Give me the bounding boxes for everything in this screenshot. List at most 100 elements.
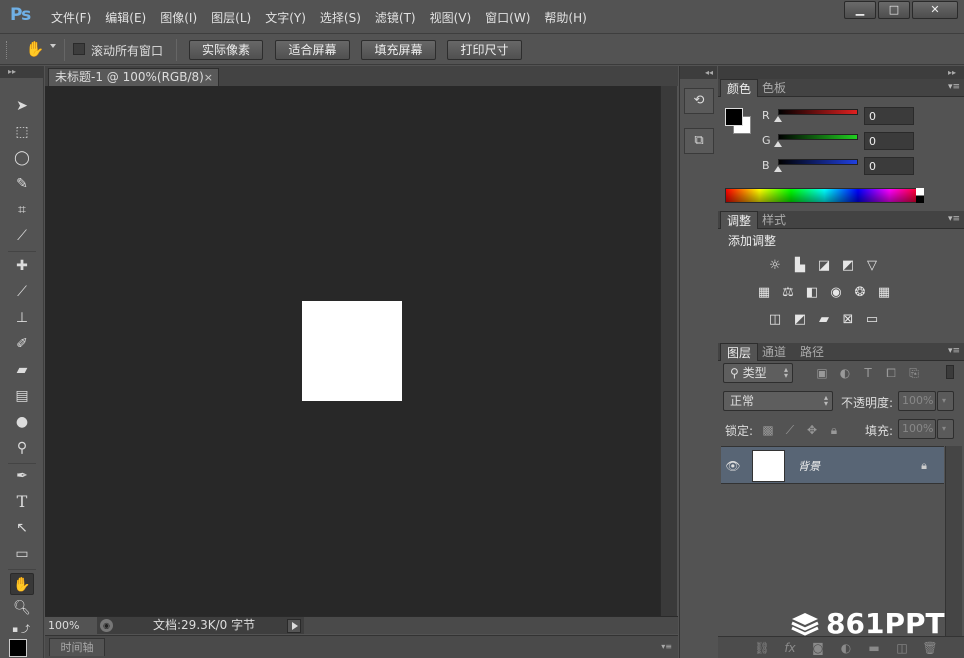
red-slider[interactable] <box>778 109 858 115</box>
new-layer-icon[interactable]: ◫ <box>894 640 910 656</box>
panels-collapse-icon[interactable]: ▸▸ <box>718 66 964 79</box>
filter-shape-icon[interactable]: ⧠ <box>884 366 898 380</box>
pen-tool-icon[interactable]: ✒ <box>10 465 34 487</box>
channel-mixer-icon[interactable]: ❂ <box>851 285 869 301</box>
tab-styles[interactable]: 样式 <box>756 211 792 229</box>
history-panel-icon[interactable]: ⟲ <box>684 88 714 114</box>
doc-info-icon[interactable]: ◉ <box>100 619 113 632</box>
options-grip[interactable] <box>6 41 9 59</box>
canvas-area[interactable] <box>45 86 660 616</box>
rectangle-tool-icon[interactable]: ▭ <box>10 543 34 565</box>
zoom-level-field[interactable]: 100% <box>45 617 97 634</box>
maximize-button[interactable]: □ <box>878 1 910 19</box>
history-brush-tool-icon[interactable]: ✐ <box>10 333 34 355</box>
move-tool-icon[interactable]: ➤ <box>10 95 34 117</box>
lock-transparent-icon[interactable]: ▩ <box>761 423 775 437</box>
filter-pixel-icon[interactable]: ▣ <box>815 366 829 380</box>
document-canvas[interactable] <box>302 301 402 401</box>
close-tab-icon[interactable]: × <box>204 69 213 86</box>
eraser-tool-icon[interactable]: ▰ <box>10 359 34 381</box>
fill-screen-button[interactable]: 填充屏幕 <box>361 40 436 60</box>
color-lookup-icon[interactable]: ▦ <box>875 285 893 301</box>
opacity-field[interactable]: 100% <box>898 391 936 411</box>
vertical-scrollbar[interactable] <box>660 86 677 616</box>
actual-pixels-button[interactable]: 实际像素 <box>189 40 263 60</box>
scroll-all-windows-checkbox[interactable] <box>73 43 85 55</box>
tab-timeline[interactable]: 时间轴 <box>49 638 105 656</box>
filter-smart-object-icon[interactable]: ⎘ <box>907 366 921 380</box>
print-size-button[interactable]: 打印尺寸 <box>447 40 522 60</box>
green-slider-thumb[interactable] <box>774 141 782 147</box>
tab-color[interactable]: 颜色 <box>720 79 759 97</box>
tab-swatches[interactable]: 色板 <box>756 79 792 97</box>
foreground-color-swatch[interactable] <box>9 639 27 657</box>
swap-colors-icon[interactable]: ▪ ⤴ <box>6 619 36 641</box>
brightness-contrast-icon[interactable]: ☼ <box>766 258 784 274</box>
lasso-tool-icon[interactable]: ◯ <box>10 147 34 169</box>
menu-view[interactable]: 视图(V) <box>423 9 479 26</box>
layers-scrollbar[interactable] <box>945 446 962 636</box>
blend-mode-select[interactable]: 正常 ▴ ▾ <box>723 391 833 411</box>
healing-brush-tool-icon[interactable]: ✚ <box>10 255 34 277</box>
dodge-tool-icon[interactable]: ⚲ <box>10 437 34 459</box>
marquee-tool-icon[interactable]: ⬚ <box>10 121 34 143</box>
tools-collapse-icon[interactable]: ▸▸ <box>0 66 43 78</box>
levels-icon[interactable]: ▙ <box>791 258 809 274</box>
selective-color-icon[interactable]: ⊠ <box>839 312 857 328</box>
layer-row[interactable]: 👁︎ 背景 🔒︎ <box>721 446 944 484</box>
new-adjustment-icon[interactable]: ◐ <box>838 640 854 656</box>
color-spectrum-ramp[interactable] <box>725 188 924 203</box>
curves-icon[interactable]: ◪ <box>815 258 833 274</box>
black-white-icon[interactable]: ◧ <box>803 285 821 301</box>
menu-file[interactable]: 文件(F) <box>44 9 98 26</box>
green-value-field[interactable]: 0 <box>864 132 914 150</box>
zoom-tool-icon[interactable]: 🔍︎ <box>10 597 34 619</box>
tab-paths[interactable]: 路径 <box>794 343 830 361</box>
fit-screen-button[interactable]: 适合屏幕 <box>275 40 350 60</box>
blue-value-field[interactable]: 0 <box>864 157 914 175</box>
blur-tool-icon[interactable]: ● <box>10 411 34 433</box>
opacity-dropdown-icon[interactable]: ▾ <box>937 391 954 411</box>
status-menu-arrow-icon[interactable] <box>287 619 301 633</box>
clone-stamp-tool-icon[interactable]: ⊥ <box>10 307 34 329</box>
red-slider-thumb[interactable] <box>774 116 782 122</box>
crop-tool-icon[interactable]: ⌗ <box>10 199 34 221</box>
filter-adjustment-icon[interactable]: ◐ <box>838 366 852 380</box>
panel-menu-icon[interactable]: ▾≡ <box>948 82 960 92</box>
threshold-icon[interactable]: ▰ <box>815 312 833 328</box>
panel-menu-icon[interactable]: ▾≡ <box>661 642 672 651</box>
layer-name[interactable]: 背景 <box>798 458 820 474</box>
fill-dropdown-icon[interactable]: ▾ <box>937 419 954 439</box>
blue-slider-thumb[interactable] <box>774 166 782 172</box>
type-tool-icon[interactable]: T <box>10 491 34 513</box>
tab-adjustments[interactable]: 调整 <box>720 211 759 229</box>
filter-type-icon[interactable]: T <box>861 366 875 380</box>
foreground-color-swatch[interactable] <box>725 108 743 126</box>
exposure-icon[interactable]: ◩ <box>839 258 857 274</box>
vibrance-icon[interactable]: ▽ <box>863 258 881 274</box>
menu-help[interactable]: 帮助(H) <box>537 9 593 26</box>
eye-icon[interactable]: 👁︎ <box>725 458 741 474</box>
document-tab[interactable]: 未标题-1 @ 100%(RGB/8) × <box>48 68 219 86</box>
photo-filter-icon[interactable]: ◉ <box>827 285 845 301</box>
green-slider[interactable] <box>778 134 858 140</box>
lock-image-icon[interactable]: ⟋ <box>783 423 797 437</box>
menu-window[interactable]: 窗口(W) <box>478 9 537 26</box>
chevron-down-icon[interactable] <box>50 44 56 48</box>
dock-collapse-icon[interactable]: ◂◂ <box>680 66 717 79</box>
close-button[interactable]: ✕ <box>912 1 958 19</box>
menu-filter[interactable]: 滤镜(T) <box>368 9 423 26</box>
menu-layer[interactable]: 图层(L) <box>204 9 258 26</box>
fill-field[interactable]: 100% <box>898 419 936 439</box>
path-selection-tool-icon[interactable]: ↖ <box>10 517 34 539</box>
black-white-ramp[interactable] <box>916 188 924 203</box>
hand-tool-preset-icon[interactable]: ✋ <box>24 40 46 60</box>
trash-icon[interactable]: 🗑︎ <box>922 640 938 656</box>
hand-tool-icon[interactable]: ✋ <box>10 573 34 595</box>
red-value-field[interactable]: 0 <box>864 107 914 125</box>
color-balance-icon[interactable]: ⚖ <box>779 285 797 301</box>
hue-saturation-icon[interactable]: ▦ <box>755 285 773 301</box>
brush-tool-icon[interactable]: ⟋ <box>10 281 34 303</box>
gradient-map-icon[interactable]: ▭ <box>863 312 881 328</box>
blue-slider[interactable] <box>778 159 858 165</box>
